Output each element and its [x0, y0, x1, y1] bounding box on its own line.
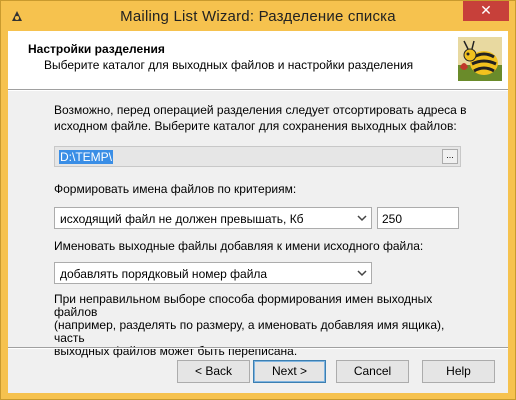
wizard-window: Mailing List Wizard: Разделение списка ✕…	[0, 0, 516, 400]
page-title: Настройки разделения	[28, 42, 165, 56]
chevron-down-icon[interactable]	[353, 208, 371, 228]
page-subtitle: Выберите каталог для выходных файлов и н…	[44, 58, 414, 72]
window-title: Mailing List Wizard: Разделение списка	[120, 8, 396, 25]
back-button[interactable]: < Back	[177, 360, 250, 383]
naming-label: Именовать выходные файлы добавляя к имен…	[54, 239, 424, 253]
output-directory-value[interactable]: D:\TEMP\	[59, 150, 114, 164]
criteria-select[interactable]: исходящий файл не должен превышать, Кб	[54, 207, 372, 229]
chevron-down-icon[interactable]	[353, 263, 371, 283]
criteria-label: Формировать имена файлов по критериям:	[54, 182, 297, 196]
help-button[interactable]: Help	[422, 360, 495, 383]
next-button[interactable]: Next >	[253, 360, 326, 383]
naming-select[interactable]: добавлять порядковый номер файла	[54, 262, 372, 284]
bee-mascot-icon	[458, 37, 502, 81]
size-limit-value: 250	[382, 212, 403, 226]
criteria-select-value: исходящий файл не должен превышать, Кб	[60, 212, 304, 226]
wizard-client-area: Настройки разделения Выберите каталог дл…	[8, 31, 508, 393]
output-directory-field[interactable]: D:\TEMP\ ...	[54, 146, 461, 167]
intro-text: Возможно, перед операцией разделения сле…	[54, 103, 467, 133]
title-bar[interactable]: Mailing List Wizard: Разделение списка ✕	[1, 1, 515, 31]
close-button[interactable]: ✕	[463, 1, 509, 21]
size-limit-input[interactable]: 250	[377, 207, 459, 229]
naming-select-value: добавлять порядковый номер файла	[60, 267, 268, 281]
cancel-button[interactable]: Cancel	[336, 360, 409, 383]
wizard-header: Настройки разделения Выберите каталог дл…	[8, 31, 508, 90]
browse-button[interactable]: ...	[442, 149, 458, 164]
